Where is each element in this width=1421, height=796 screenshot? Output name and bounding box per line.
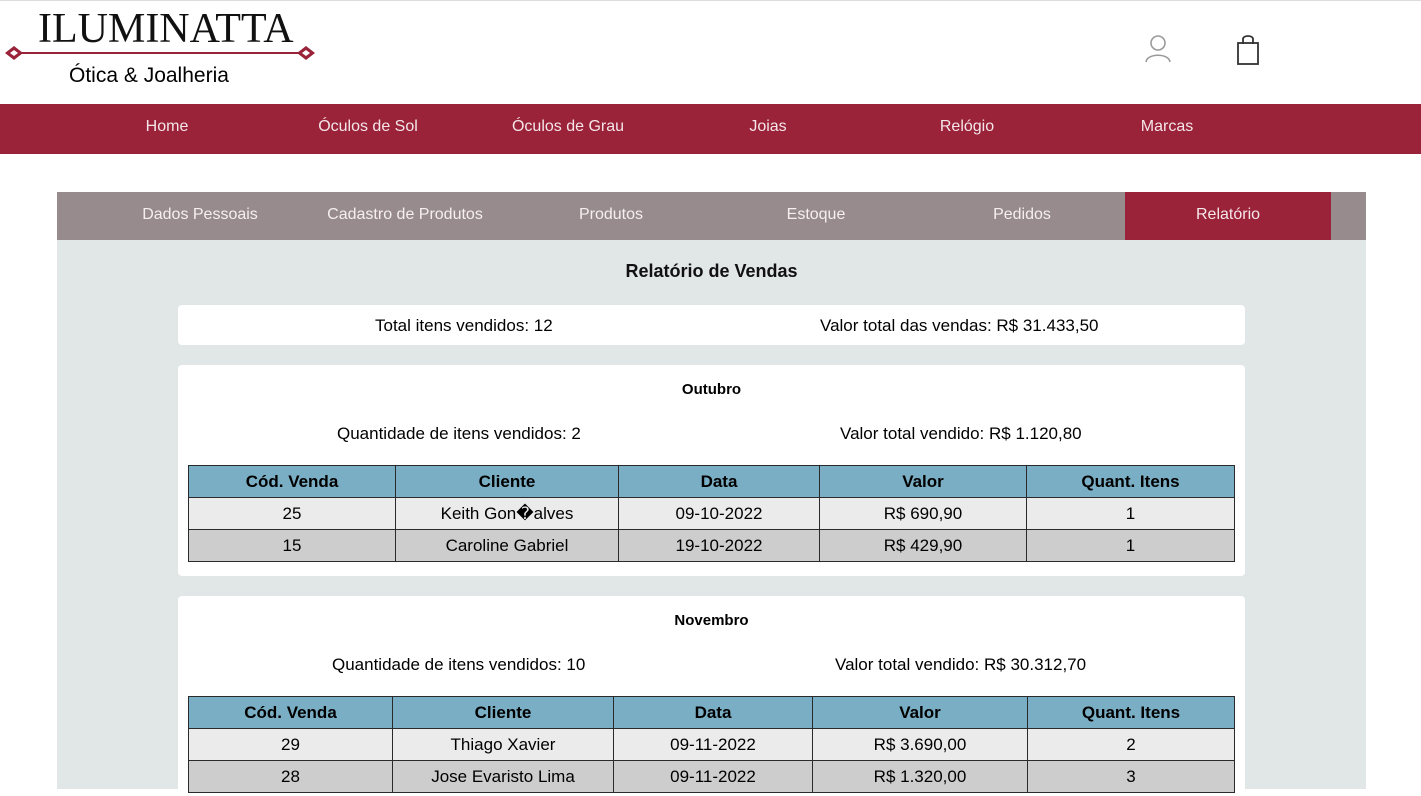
user-icon[interactable] — [1144, 33, 1172, 65]
month-total: Valor total vendido: R$ 30.312,70 — [835, 655, 1087, 674]
cell-quant-itens: 3 — [1027, 760, 1235, 793]
cell-data: 19-10-2022 — [618, 529, 820, 562]
nav-joias[interactable]: Joias — [668, 104, 868, 154]
cell-valor: R$ 429,90 — [819, 529, 1027, 562]
brand-logo[interactable]: ILUMINATTA Ótica & Joalheria — [0, 1, 330, 104]
table-row: 25 Keith Gon�alves 09-10-2022 R$ 690,90 … — [188, 497, 1235, 530]
sales-table-outubro: Cód. Venda Cliente Data Valor Quant. Ite… — [188, 465, 1235, 562]
col-quant-itens: Quant. Itens — [1027, 696, 1235, 729]
cell-cod-venda: 15 — [188, 529, 396, 562]
cell-data: 09-11-2022 — [613, 760, 813, 793]
cell-cod-venda: 29 — [188, 728, 393, 761]
cell-cliente: Jose Evaristo Lima — [392, 760, 614, 793]
month-name: Outubro — [681, 381, 742, 398]
tab-cadastro-de-produtos[interactable]: Cadastro de Produtos — [302, 192, 508, 240]
month-quantity: Quantidade de itens vendidos: 2 — [337, 424, 581, 443]
cell-cod-venda: 28 — [188, 760, 393, 793]
cell-valor: R$ 1.320,00 — [812, 760, 1028, 793]
cell-data: 09-11-2022 — [613, 728, 813, 761]
col-data: Data — [618, 465, 820, 498]
col-cliente: Cliente — [395, 465, 619, 498]
nav-oculos-de-grau[interactable]: Óculos de Grau — [468, 104, 668, 154]
tab-produtos[interactable]: Produtos — [508, 192, 714, 240]
shopping-bag-icon[interactable] — [1235, 33, 1261, 67]
col-quant-itens: Quant. Itens — [1026, 465, 1235, 498]
col-valor: Valor — [819, 465, 1027, 498]
cell-cliente: Thiago Xavier — [392, 728, 614, 761]
cell-quant-itens: 1 — [1026, 497, 1235, 530]
tab-relatorio[interactable]: Relatório — [1125, 192, 1331, 240]
site-header: ILUMINATTA Ótica & Joalheria — [0, 1, 1421, 104]
cell-quant-itens: 2 — [1027, 728, 1235, 761]
page-title: Relatório de Vendas — [625, 261, 798, 281]
month-card-outubro: Outubro Quantidade de itens vendidos: 2 … — [178, 365, 1245, 576]
sales-table-novembro: Cód. Venda Cliente Data Valor Quant. Ite… — [188, 696, 1235, 793]
col-cod-venda: Cód. Venda — [188, 465, 396, 498]
tab-estoque[interactable]: Estoque — [713, 192, 919, 240]
col-cliente: Cliente — [392, 696, 614, 729]
table-header-row: Cód. Venda Cliente Data Valor Quant. Ite… — [188, 465, 1235, 498]
tab-dados-pessoais[interactable]: Dados Pessoais — [97, 192, 303, 240]
summary-card: Total itens vendidos: 12 Valor total das… — [178, 305, 1245, 345]
total-value-label: Valor total das vendas: R$ 31.433,50 — [820, 316, 1099, 335]
table-row: 15 Caroline Gabriel 19-10-2022 R$ 429,90… — [188, 529, 1235, 562]
cell-valor: R$ 690,90 — [819, 497, 1027, 530]
table-row: 29 Thiago Xavier 09-11-2022 R$ 3.690,00 … — [188, 728, 1235, 761]
main-navigation: Home Óculos de Sol Óculos de Grau Joias … — [0, 104, 1421, 154]
month-name: Novembro — [674, 612, 749, 629]
col-valor: Valor — [812, 696, 1028, 729]
nav-marcas[interactable]: Marcas — [1067, 104, 1267, 154]
tab-pedidos[interactable]: Pedidos — [919, 192, 1125, 240]
col-cod-venda: Cód. Venda — [188, 696, 393, 729]
nav-home[interactable]: Home — [67, 104, 267, 154]
total-items-label: Total itens vendidos: 12 — [375, 316, 553, 335]
logo-ornament-icon — [5, 46, 315, 60]
admin-subnav: Dados Pessoais Cadastro de Produtos Prod… — [57, 192, 1366, 240]
month-total: Valor total vendido: R$ 1.120,80 — [840, 424, 1082, 443]
col-data: Data — [613, 696, 813, 729]
table-row: 28 Jose Evaristo Lima 09-11-2022 R$ 1.32… — [188, 760, 1235, 793]
nav-relogio[interactable]: Relógio — [867, 104, 1067, 154]
brand-tagline: Ótica & Joalheria — [69, 64, 229, 87]
month-card-novembro: Novembro Quantidade de itens vendidos: 1… — [178, 596, 1245, 796]
cell-cod-venda: 25 — [188, 497, 396, 530]
nav-oculos-de-sol[interactable]: Óculos de Sol — [268, 104, 468, 154]
month-quantity: Quantidade de itens vendidos: 10 — [332, 655, 586, 674]
cell-cliente: Caroline Gabriel — [395, 529, 619, 562]
cell-cliente: Keith Gon�alves — [395, 497, 619, 530]
cell-valor: R$ 3.690,00 — [812, 728, 1028, 761]
cell-quant-itens: 1 — [1026, 529, 1235, 562]
cell-data: 09-10-2022 — [618, 497, 820, 530]
admin-panel: Dados Pessoais Cadastro de Produtos Prod… — [57, 192, 1366, 796]
table-header-row: Cód. Venda Cliente Data Valor Quant. Ite… — [188, 696, 1235, 729]
